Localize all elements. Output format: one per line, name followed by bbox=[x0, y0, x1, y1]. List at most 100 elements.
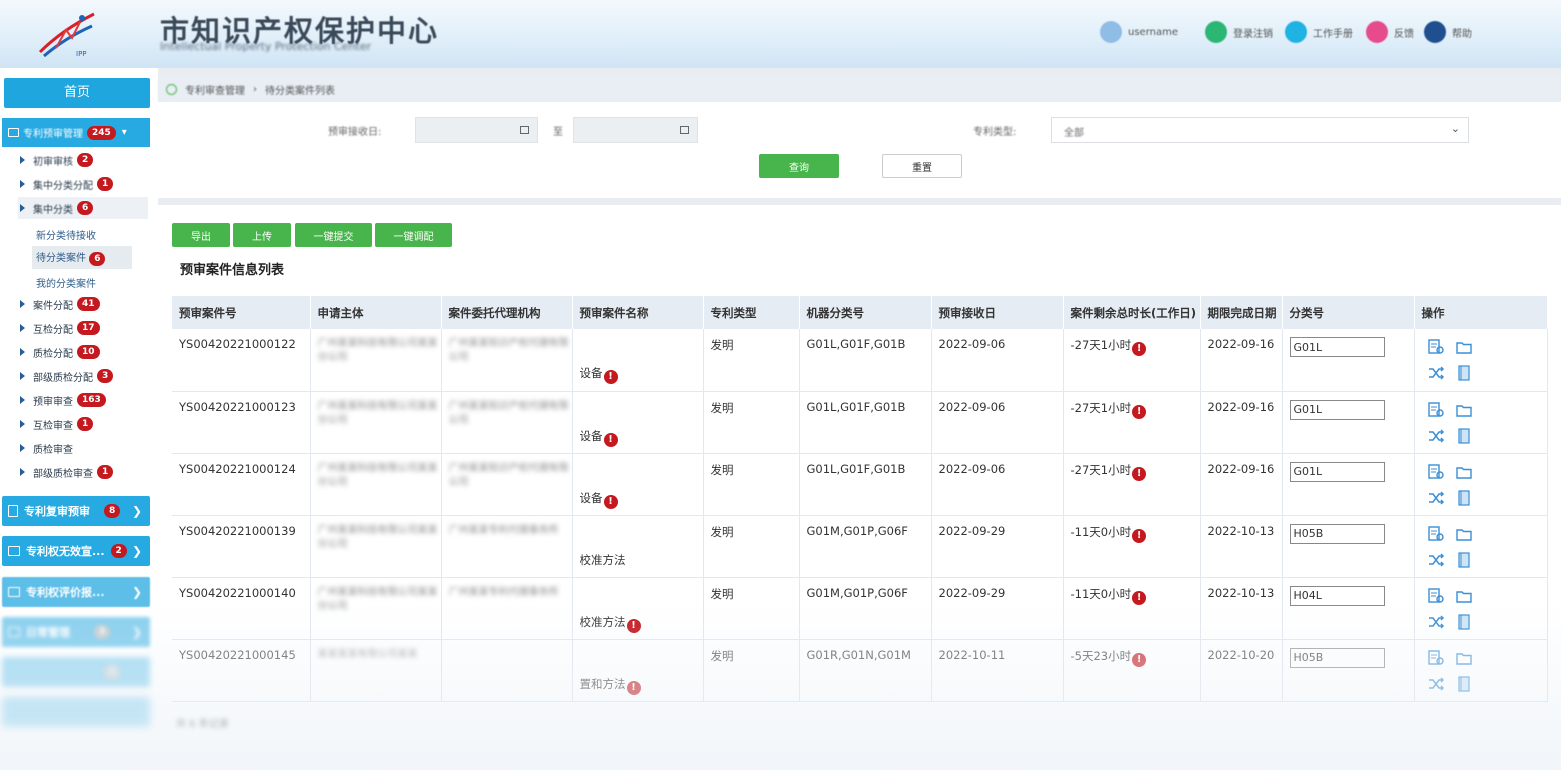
query-button[interactable]: 查询 bbox=[759, 154, 839, 178]
breadcrumb: 专利审查管理 › 待分类案件列表 bbox=[158, 76, 1561, 102]
help-link[interactable]: 帮助 bbox=[1424, 20, 1472, 44]
query-button-label: 查询 bbox=[789, 162, 809, 174]
sidebar-item-case-assign[interactable]: 案件分配 41 bbox=[20, 293, 100, 315]
folder-icon[interactable] bbox=[1455, 464, 1473, 480]
manual-link[interactable]: 工作手册 bbox=[1285, 20, 1353, 44]
sidebar-menu-daily[interactable]: 日常管理 3 ❯ bbox=[2, 617, 150, 647]
user-info[interactable]: username bbox=[1100, 20, 1178, 44]
applicant: 广州某某科技有限公司某某分公司 bbox=[317, 400, 438, 426]
export-button[interactable]: 导出 bbox=[172, 223, 230, 247]
agency: 广州某某知识产权代理有限公司 bbox=[448, 400, 569, 426]
remaining-time-cell: -27天1小时! bbox=[1063, 329, 1201, 392]
sidebar-menu-invalidation[interactable]: 专利权无效宣... 2 ❯ bbox=[2, 536, 150, 566]
view-detail-icon[interactable] bbox=[1427, 649, 1445, 666]
folder-icon[interactable] bbox=[1455, 402, 1473, 418]
class-number-input[interactable] bbox=[1289, 337, 1385, 357]
sidebar-menu-blurred-2[interactable] bbox=[2, 697, 150, 727]
view-detail-icon[interactable] bbox=[1427, 401, 1445, 418]
class-number-input[interactable] bbox=[1289, 461, 1385, 482]
user-name: username bbox=[1128, 26, 1178, 38]
class-number-input[interactable] bbox=[1289, 647, 1385, 668]
calendar-icon bbox=[520, 126, 529, 134]
sidebar-menu-reexam[interactable]: 专利复审预审 8 ❯ bbox=[2, 496, 150, 526]
received-date-cell: 2022-09-06 bbox=[931, 329, 1064, 392]
applicant: 广州某某科技有限公司某某分公司 bbox=[317, 338, 438, 363]
sidebar-subitem-my-class[interactable]: 我的分类案件 bbox=[36, 275, 96, 290]
sidebar-item-ministry-quality-assign[interactable]: 部级质检分配 3 bbox=[20, 365, 114, 387]
sidebar-item-quality-assign[interactable]: 质检分配 10 bbox=[20, 341, 100, 363]
breadcrumb-separator: › bbox=[253, 83, 257, 95]
view-detail-icon[interactable] bbox=[1427, 339, 1445, 355]
case-name-cell: 校准方法 bbox=[572, 515, 704, 578]
class-number-input[interactable] bbox=[1289, 523, 1385, 544]
case-name: 设备 bbox=[579, 366, 603, 380]
sidebar-item-central-class-assign[interactable]: 集中分类分配 1 bbox=[20, 173, 114, 195]
shuffle-icon[interactable] bbox=[1427, 428, 1445, 444]
date-end-input[interactable] bbox=[573, 117, 698, 143]
warning-icon: ! bbox=[603, 432, 618, 447]
shuffle-icon[interactable] bbox=[1427, 365, 1445, 381]
class-number-input[interactable] bbox=[1289, 399, 1385, 420]
notebook-icon[interactable] bbox=[1455, 675, 1473, 692]
sidebar-subitem-new-class[interactable]: 新分类待接收 bbox=[36, 227, 96, 242]
notebook-icon[interactable] bbox=[1455, 551, 1473, 568]
sidebar-item-mutual-check-review[interactable]: 互检审查 1 bbox=[20, 413, 94, 435]
sidebar-subitem-label: 新分类待接收 bbox=[36, 231, 96, 242]
feedback-link[interactable]: 反馈 bbox=[1366, 20, 1414, 44]
chevron-right-icon: ❯ bbox=[131, 504, 142, 518]
sidebar-menu-blurred-1[interactable]: 1 bbox=[2, 657, 150, 687]
sidebar-item-mutual-check-assign[interactable]: 互检分配 17 bbox=[20, 317, 100, 339]
applicant: 广州某某科技有限公司某某分公司 bbox=[317, 524, 438, 550]
sidebar-item-ministry-quality-review[interactable]: 部级质检审查 1 bbox=[20, 461, 114, 483]
notebook-icon[interactable] bbox=[1455, 365, 1473, 381]
view-detail-icon[interactable] bbox=[1427, 587, 1445, 604]
upload-button[interactable]: 上传 bbox=[233, 223, 291, 247]
shuffle-icon[interactable] bbox=[1427, 490, 1445, 506]
logout-link[interactable]: 登录注销 bbox=[1205, 20, 1273, 44]
notebook-icon[interactable] bbox=[1455, 427, 1473, 444]
breadcrumb-item-1[interactable]: 专利审查管理 bbox=[185, 82, 245, 97]
agency-cell bbox=[441, 639, 573, 702]
table-row: YS00420221000145 某某某某有限公司某某 置和方法! 发明 G01… bbox=[172, 639, 1548, 702]
caret-right-icon bbox=[20, 324, 25, 332]
notebook-icon[interactable] bbox=[1455, 613, 1473, 630]
assign-all-button[interactable]: 一键调配 bbox=[375, 223, 452, 247]
sidebar-item-central-class[interactable]: 集中分类 6 bbox=[18, 197, 148, 219]
received-date-cell: 2022-09-06 bbox=[931, 391, 1064, 454]
sidebar-menu-evaluation-report[interactable]: 专利权评价报... ❯ bbox=[2, 577, 150, 607]
patent-type-cell: 发明 bbox=[703, 639, 800, 702]
sidebar-item-quality-review[interactable]: 质检审查 bbox=[20, 437, 73, 459]
to-label: 至 bbox=[553, 127, 563, 138]
date-start-input[interactable] bbox=[415, 117, 538, 143]
warning-icon: ! bbox=[626, 680, 641, 695]
class-number-input[interactable] bbox=[1289, 585, 1385, 606]
view-detail-icon[interactable] bbox=[1427, 525, 1445, 542]
column-header: 操作 bbox=[1414, 296, 1548, 329]
submit-all-button[interactable]: 一键提交 bbox=[295, 223, 372, 247]
view-detail-icon[interactable] bbox=[1427, 463, 1445, 480]
received-date-cell: 2022-09-29 bbox=[931, 577, 1064, 640]
sidebar-item-initial-review[interactable]: 初审审核 2 bbox=[20, 149, 94, 171]
shuffle-icon[interactable] bbox=[1427, 676, 1445, 692]
patent-type-select[interactable]: 全部 ⌄ bbox=[1051, 117, 1469, 143]
folder-icon[interactable] bbox=[1455, 526, 1473, 542]
sidebar-group-patent-pre-exam[interactable]: 专利预审管理 245 ▾ bbox=[2, 118, 150, 147]
folder-icon[interactable] bbox=[1455, 650, 1473, 666]
site-subtitle: Intellectual Property Protection Center bbox=[160, 40, 372, 53]
applicant: 广州某某科技有限公司某某分公司 bbox=[317, 586, 438, 612]
folder-icon[interactable] bbox=[1455, 588, 1473, 604]
submit-all-label: 一键提交 bbox=[313, 231, 354, 243]
warning-icon: ! bbox=[1132, 652, 1147, 667]
sidebar-home-button[interactable]: 首页 bbox=[4, 78, 150, 108]
shuffle-icon[interactable] bbox=[1427, 614, 1445, 630]
reset-button[interactable]: 重置 bbox=[882, 154, 962, 178]
deadline-cell: 2022-09-16 bbox=[1200, 453, 1283, 516]
shuffle-icon[interactable] bbox=[1427, 552, 1445, 568]
applicant: 某某某某有限公司某某 bbox=[317, 648, 418, 660]
folder-icon[interactable] bbox=[1455, 339, 1473, 355]
applicant-cell: 广州某某科技有限公司某某分公司 bbox=[310, 391, 442, 454]
notebook-icon[interactable] bbox=[1455, 489, 1473, 506]
sidebar-item-pre-exam-review[interactable]: 预审审查 163 bbox=[20, 389, 106, 411]
sidebar-subitem-pending-class[interactable]: 待分类案件 6 bbox=[32, 246, 132, 269]
caret-right-icon bbox=[20, 180, 25, 188]
